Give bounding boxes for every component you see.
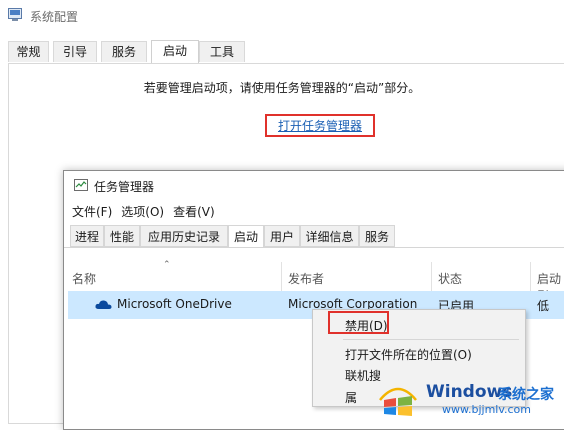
sort-ascending-icon: ⌃ <box>163 260 171 270</box>
row-impact: 低 <box>537 299 550 313</box>
menu-view[interactable]: 查看(V) <box>173 205 215 219</box>
sysconfig-titlebar: 系统配置 <box>0 0 564 32</box>
menu-file[interactable]: 文件(F) <box>72 205 112 219</box>
tm-tab-app-history[interactable]: 应用历史记录 <box>140 225 228 247</box>
windows-logo-icon <box>379 387 417 416</box>
tab-general[interactable]: 常规 <box>8 41 49 62</box>
task-manager-icon <box>74 179 88 191</box>
tm-tab-services[interactable]: 服务 <box>359 225 395 247</box>
tab-divider <box>64 247 564 248</box>
tm-tab-processes[interactable]: 进程 <box>70 225 104 247</box>
onedrive-cloud-icon <box>95 300 112 309</box>
tm-tab-startup[interactable]: 启动 <box>228 225 264 248</box>
task-manager-menubar: 文件(F) 选项(O) 查看(V) <box>72 203 224 220</box>
sysconfig-app-icon <box>8 8 22 21</box>
tab-boot[interactable]: 引导 <box>53 41 97 62</box>
watermark-brand-cn: 系统之家 <box>498 387 554 403</box>
column-divider <box>281 262 282 292</box>
tm-tab-users[interactable]: 用户 <box>264 225 300 247</box>
row-name: Microsoft OneDrive <box>117 297 232 311</box>
tm-tab-performance[interactable]: 性能 <box>104 225 140 247</box>
column-divider <box>431 262 432 292</box>
column-status[interactable]: 状态 <box>438 270 462 287</box>
menu-item-open-file-location[interactable]: 打开文件所在的位置(O) <box>345 346 472 363</box>
highlight-box-disable <box>328 311 389 334</box>
menu-separator <box>343 339 519 340</box>
menu-item-properties[interactable]: 属 <box>345 389 357 406</box>
column-publisher[interactable]: 发布者 <box>288 270 324 287</box>
watermark-url: www.bjjmlv.com <box>442 403 531 416</box>
highlight-box-link <box>265 114 375 137</box>
startup-message: 若要管理启动项，请使用任务管理器的“启动”部分。 <box>143 81 421 95</box>
menu-options[interactable]: 选项(O) <box>121 205 164 219</box>
sysconfig-title: 系统配置 <box>30 10 79 24</box>
task-manager-title: 任务管理器 <box>94 180 155 194</box>
menu-item-search-online[interactable]: 联机搜 <box>345 367 381 384</box>
tab-services[interactable]: 服务 <box>101 41 147 62</box>
tab-tools[interactable]: 工具 <box>199 41 245 62</box>
tab-startup[interactable]: 启动 <box>151 40 199 63</box>
tm-tab-details[interactable]: 详细信息 <box>300 225 359 247</box>
column-divider <box>530 262 531 292</box>
column-name[interactable]: 名称 <box>72 270 96 287</box>
